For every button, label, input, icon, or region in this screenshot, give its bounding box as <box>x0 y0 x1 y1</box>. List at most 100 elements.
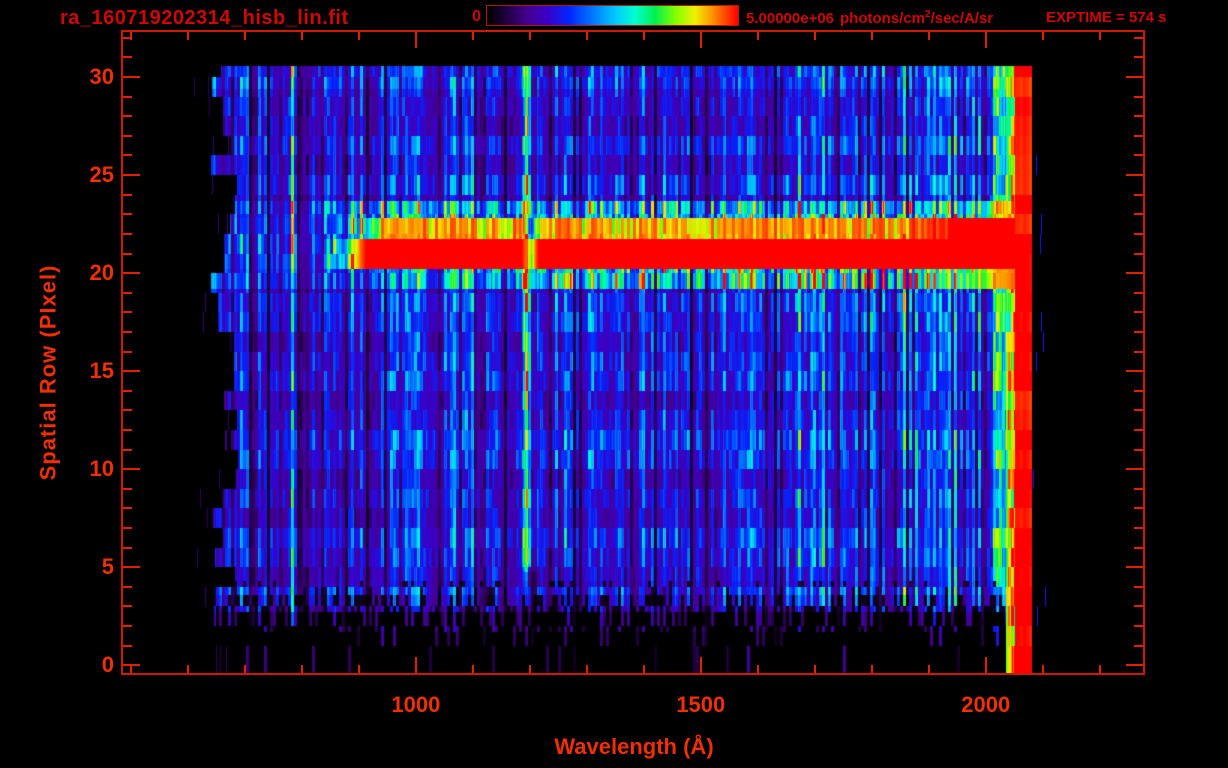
y-minor-tick <box>123 311 132 313</box>
x-minor-tick <box>529 665 531 673</box>
colorbar-min-label: 0 <box>441 8 481 26</box>
x-minor-tick <box>757 665 759 673</box>
y-minor-tick <box>123 154 132 156</box>
y-minor-tick <box>1134 605 1143 607</box>
y-minor-tick <box>123 37 132 39</box>
x-minor-tick <box>244 665 246 673</box>
y-minor-tick <box>1134 311 1143 313</box>
y-minor-tick <box>1134 645 1143 647</box>
x-minor-tick <box>814 665 816 673</box>
y-minor-tick <box>1134 429 1143 431</box>
y-minor-tick <box>123 409 132 411</box>
y-minor-tick <box>123 56 132 58</box>
x-minor-tick <box>643 665 645 673</box>
colorbar-max-label: 5.00000e+06photons/cm2/sec/A/sr <box>746 9 993 27</box>
y-minor-tick <box>123 390 132 392</box>
y-minor-tick <box>1134 37 1143 39</box>
x-minor-tick <box>358 665 360 673</box>
x-minor-tick <box>244 32 246 40</box>
y-major-tick <box>123 664 140 666</box>
y-major-tick <box>1126 272 1143 274</box>
y-tick-label: 20 <box>30 259 114 287</box>
x-minor-tick <box>814 32 816 40</box>
y-major-tick <box>123 468 140 470</box>
colorbar-units-base: photons/cm <box>840 10 925 27</box>
y-minor-tick <box>1134 625 1143 627</box>
y-minor-tick <box>1134 409 1143 411</box>
y-minor-tick <box>1134 351 1143 353</box>
x-minor-tick <box>301 32 303 40</box>
x-minor-tick <box>1042 665 1044 673</box>
spectral-heatmap-canvas <box>123 32 1143 673</box>
y-tick-label: 25 <box>30 161 114 189</box>
x-minor-tick <box>301 665 303 673</box>
y-minor-tick <box>1134 135 1143 137</box>
y-minor-tick <box>123 213 132 215</box>
y-minor-tick <box>123 115 132 117</box>
y-minor-tick <box>123 135 132 137</box>
y-minor-tick <box>123 449 132 451</box>
x-major-tick <box>700 657 702 673</box>
y-minor-tick <box>1134 488 1143 490</box>
x-tick-label: 1000 <box>366 692 466 718</box>
y-minor-tick <box>123 96 132 98</box>
y-minor-tick <box>123 292 132 294</box>
y-minor-tick <box>1134 154 1143 156</box>
y-minor-tick <box>1134 547 1143 549</box>
x-minor-tick <box>871 665 873 673</box>
x-minor-tick <box>928 32 930 40</box>
x-minor-tick <box>472 665 474 673</box>
x-minor-tick <box>472 32 474 40</box>
y-minor-tick <box>123 429 132 431</box>
y-tick-label: 0 <box>30 651 114 679</box>
x-minor-tick <box>586 32 588 40</box>
x-major-tick <box>415 657 417 673</box>
y-minor-tick <box>123 194 132 196</box>
y-major-tick <box>123 76 140 78</box>
y-minor-tick <box>123 233 132 235</box>
y-minor-tick <box>1134 331 1143 333</box>
y-major-tick <box>123 272 140 274</box>
x-major-tick <box>415 32 417 48</box>
y-minor-tick <box>1134 56 1143 58</box>
x-minor-tick <box>1099 32 1101 40</box>
y-minor-tick <box>123 645 132 647</box>
colorbar <box>486 5 739 26</box>
y-minor-tick <box>123 527 132 529</box>
x-minor-tick <box>529 32 531 40</box>
y-major-tick <box>123 370 140 372</box>
y-minor-tick <box>1134 527 1143 529</box>
x-minor-tick <box>757 32 759 40</box>
y-major-tick <box>1126 370 1143 372</box>
y-major-tick <box>123 174 140 176</box>
x-minor-tick <box>928 665 930 673</box>
x-major-tick <box>985 32 987 48</box>
y-tick-label: 5 <box>30 553 114 581</box>
y-major-tick <box>1126 664 1143 666</box>
app-window: ra_160719202314_hisb_lin.fit 0 5.00000e+… <box>0 0 1228 768</box>
y-minor-tick <box>1134 507 1143 509</box>
x-tick-label: 2000 <box>936 692 1036 718</box>
y-minor-tick <box>123 586 132 588</box>
y-tick-label: 10 <box>30 455 114 483</box>
y-minor-tick <box>1134 292 1143 294</box>
fits-filename-title: ra_160719202314_hisb_lin.fit <box>60 7 349 30</box>
y-minor-tick <box>123 331 132 333</box>
x-minor-tick <box>1042 32 1044 40</box>
y-minor-tick <box>1134 96 1143 98</box>
y-major-tick <box>1126 468 1143 470</box>
colorbar-max-value: 5.00000e+06 <box>746 10 834 27</box>
y-minor-tick <box>1134 390 1143 392</box>
y-minor-tick <box>1134 586 1143 588</box>
y-minor-tick <box>1134 449 1143 451</box>
y-minor-tick <box>123 625 132 627</box>
x-minor-tick <box>187 665 189 673</box>
x-minor-tick <box>643 32 645 40</box>
y-minor-tick <box>1134 253 1143 255</box>
y-minor-tick <box>1134 194 1143 196</box>
x-minor-tick <box>358 32 360 40</box>
x-major-tick <box>985 657 987 673</box>
y-minor-tick <box>123 253 132 255</box>
y-minor-tick <box>1134 213 1143 215</box>
colorbar-units-rest: /sec/A/sr <box>931 10 994 27</box>
